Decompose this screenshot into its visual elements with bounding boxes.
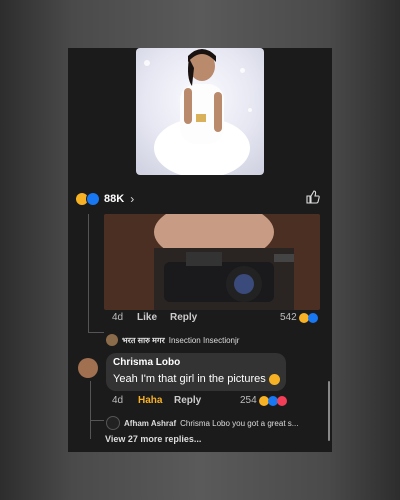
comment2-text-body: Yeah I'm that girl in the pictures	[113, 373, 266, 385]
thread-line	[88, 214, 89, 332]
reply-text: Chrisma Lobo you got a great s...	[180, 418, 299, 428]
post-reaction-count: 88K	[104, 193, 125, 205]
love-reaction-icon	[276, 395, 287, 406]
video-player[interactable]	[136, 48, 264, 175]
comment1-like-button[interactable]: Like	[137, 312, 157, 323]
thumbs-up-icon[interactable]	[306, 190, 320, 204]
thread-line	[90, 420, 104, 421]
avatar	[106, 334, 118, 346]
avatar[interactable]	[78, 358, 98, 378]
reply-author: Afham Ashraf	[124, 418, 177, 428]
comment2-reactions[interactable]: 254	[240, 395, 287, 406]
like-reaction-icon	[86, 192, 100, 206]
avatar	[106, 416, 120, 430]
comment2-reply-button[interactable]: Reply	[174, 395, 201, 406]
comment1-reply-preview[interactable]: भरत सारु मगर Insection Insectionjr	[106, 334, 239, 346]
like-reaction-icon	[307, 312, 318, 323]
thread-line	[90, 381, 91, 439]
comment2-text: Yeah I'm that girl in the pictures	[113, 373, 280, 385]
comment2-reaction-count: 254	[240, 395, 257, 406]
comment2-reply-preview[interactable]: Afham Ashraf Chrisma Lobo you got a grea…	[106, 416, 298, 430]
comment2-bubble[interactable]: Chrisma Lobo Yeah I'm that girl in the p…	[106, 353, 286, 391]
chevron-right-icon: ›	[130, 192, 135, 206]
scrollbar[interactable]	[328, 381, 330, 441]
reply-author: भरत सारु मगर	[122, 335, 165, 345]
reply-text: Insection Insectionjr	[168, 335, 240, 345]
comment2-haha-button[interactable]: Haha	[138, 395, 162, 406]
comment1-reply-button[interactable]: Reply	[170, 312, 197, 323]
laughing-emoji-icon	[268, 373, 280, 385]
camera-photo	[104, 214, 320, 310]
post-reactions-summary[interactable]: 88K ›	[76, 191, 134, 207]
app-screen: 88K › 4d Like Reply 542 भरत सारु मगर Ins…	[68, 48, 332, 452]
video-frame-image	[154, 49, 250, 175]
thread-line	[88, 332, 104, 333]
comment1-reaction-count: 542	[280, 312, 297, 323]
comment1-time: 4d	[112, 312, 124, 323]
comment2-author[interactable]: Chrisma Lobo	[113, 357, 180, 368]
comment1-reactions[interactable]: 542	[280, 312, 318, 323]
comment-image[interactable]	[104, 214, 320, 310]
view-more-replies-link[interactable]: View 27 more replies...	[105, 434, 201, 444]
comment2-time: 4d	[112, 395, 124, 406]
